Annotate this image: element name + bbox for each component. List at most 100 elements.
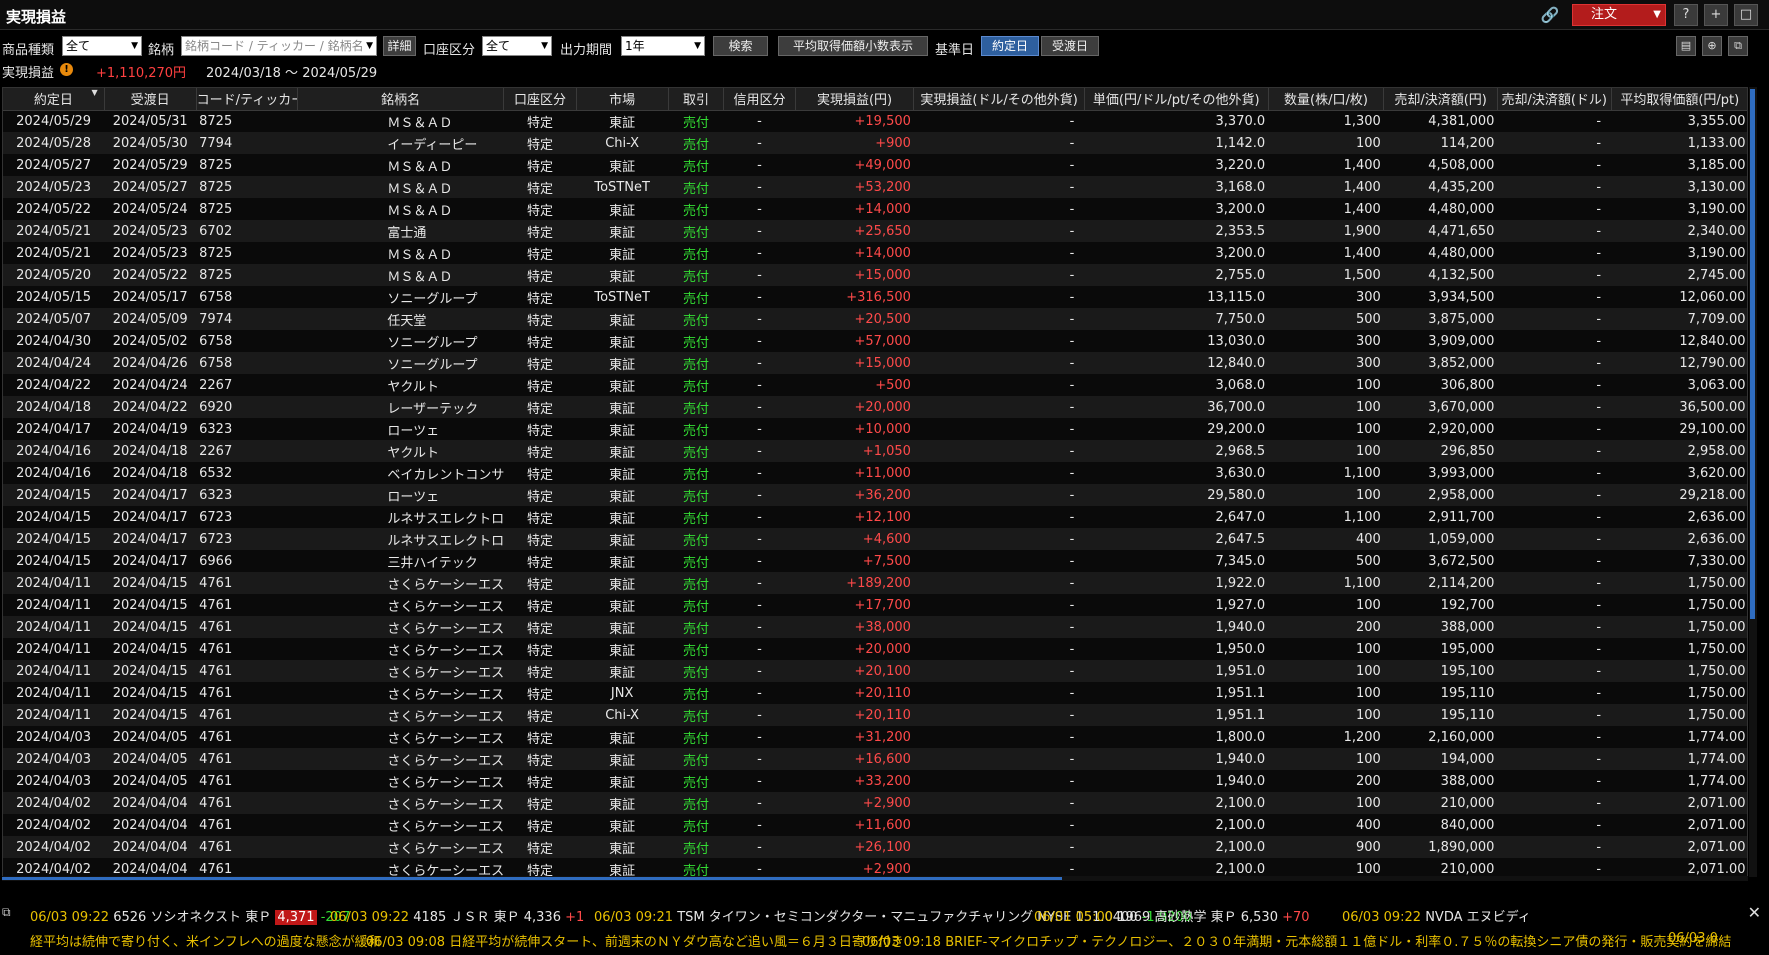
column-header[interactable]: 実現損益(ドル/その他外貨) [913,88,1085,111]
column-header[interactable]: 市場 [576,88,669,111]
table-row[interactable]: 2024/04/11 2024/04/15 4761 さくらケーシーエス 特定 東証 売付 -… [3,616,1747,638]
ticker-name: エヌビディ [1466,910,1531,925]
table-cell: 4761 [196,682,298,704]
table-row[interactable]: 2024/04/152024/04/176723ルネサスエレクトロニクス特定東証… [3,506,1747,528]
ticker-item[interactable]: 06/03 09:22 NVDA エヌビディ [1342,906,1531,925]
table-cell: - [723,352,796,374]
column-header[interactable]: 銘柄名 [297,88,505,111]
table-row[interactable]: 2024/04/02 2024/04/04 4761 さくらケーシーエス 特定 東証 売付 -… [3,814,1747,836]
account-select[interactable]: 全て ▼ [482,36,552,56]
table-row[interactable]: 2024/04/03 2024/04/05 4761 さくらケーシーエス 特定 東証 売付 -… [3,748,1747,770]
account-label: 口座区分 [423,43,476,58]
column-header[interactable]: 受渡日 [104,88,197,111]
table-cell: - [723,330,796,352]
vertical-scrollbar[interactable] [1749,87,1757,877]
ticker-item[interactable]: 06/01 05:00 1969 高砂熱学 東Ｐ 6,530 +70 [1034,906,1310,925]
table-row[interactable]: 2024/04/16 2024/04/18 2267 ヤクルト 特定 東証 売付 - +1,05… [3,440,1747,462]
help-button[interactable]: ? [1674,4,1698,26]
table-row[interactable]: 2024/05/20 2024/05/22 8725 ＭＳ＆ＡＤ 特定 東証 売付 - +15,… [3,264,1747,286]
column-header[interactable]: 単価(円/ドル/pt/その他外貨) [1084,88,1269,111]
table-row[interactable]: 2024/04/22 2024/04/24 2267 ヤクルト 特定 東証 売付 - +500-… [3,374,1747,396]
news-item[interactable]: 06/03 09:08 日経平均が続伸スタート、前週末のＮＹダウ高など追い風＝６… [366,931,904,950]
table-cell: - [913,440,1085,462]
window-icon[interactable]: ⧉ [2,905,11,920]
warning-icon[interactable]: ! [60,63,73,76]
table-cell: さくらケーシーエス [297,594,504,616]
table-row[interactable]: 2024/05/21 2024/05/23 6702 富士通 特定 東証 売付 - +25,65… [3,220,1747,242]
column-header[interactable]: 実現損益(円) [795,88,915,111]
table-row[interactable]: 2024/04/15 2024/04/17 6323 ローツェ 特定 東証 売付 - +36,2… [3,484,1747,506]
column-header[interactable]: 信用区分 [723,88,796,111]
table-row[interactable]: 2024/04/11 2024/04/15 4761 さくらケーシーエス 特定 JNX 売付… [3,682,1747,704]
table-cell: 7794 [196,132,298,154]
close-icon[interactable]: ✕ [1748,903,1761,922]
table-row[interactable]: 2024/05/15 2024/05/17 6758 ソニーグループ 特定 ToSTNeT… [3,286,1747,308]
horizontal-scroll-thumb[interactable] [2,877,1062,880]
news-item[interactable]: 06/03 0 [1668,931,1718,946]
table-row[interactable]: 2024/04/11 2024/04/15 4761 さくらケーシーエス 特定 東証 売付 -… [3,660,1747,682]
table-row[interactable]: 2024/04/02 2024/04/04 4761 さくらケーシーエス 特定 東証 売付 -… [3,836,1747,858]
table-cell: 特定 [503,374,577,396]
table-row[interactable]: 2024/04/152024/04/176723ルネサスエレクトロニクス特定東証… [3,528,1747,550]
news-item[interactable]: 06/03 09:18 BRIEF-マイクロチップ・テクノロジー、２０３０年満期… [862,931,1731,950]
table-cell: 1,300 [1268,110,1384,132]
copy-icon[interactable]: ⧉ [1728,36,1748,56]
table-row[interactable]: 2024/04/18 2024/04/22 6920 レーザーテック 特定 東証 売付 - +2… [3,396,1747,418]
table-cell: 3,909,000 [1383,330,1498,352]
period-select[interactable]: 1年 ▼ [621,36,705,56]
detail-button[interactable]: 詳細 [383,36,416,56]
table-row[interactable]: 2024/05/21 2024/05/23 8725 ＭＳ＆ＡＤ 特定 東証 売付 - +14,… [3,242,1747,264]
table-row[interactable]: 2024/04/02 2024/04/04 4761 さくらケーシーエス 特定 東証 売付 -… [3,792,1747,814]
table-row[interactable]: 2024/04/03 2024/04/05 4761 さくらケーシーエス 特定 東証 売付 -… [3,726,1747,748]
table-row[interactable]: 2024/04/03 2024/04/05 4761 さくらケーシーエス 特定 東証 売付 -… [3,770,1747,792]
settle-date-button[interactable]: 受渡日 [1041,36,1099,56]
table-row[interactable]: 2024/05/22 2024/05/24 8725 ＭＳ＆ＡＤ 特定 東証 売付 - +14,… [3,198,1747,220]
popout-button[interactable]: □ [1734,4,1758,26]
table-cell: 売付 [668,462,724,484]
table-row[interactable]: 2024/04/24 2024/04/26 6758 ソニーグループ 特定 東証 売付 - +1… [3,352,1747,374]
trade-date-button[interactable]: 約定日 [981,36,1039,56]
column-header[interactable]: 約定日 ▼ [3,88,105,111]
table-cell: - [913,264,1085,286]
table-cell: 2024/04/17 [104,550,197,572]
table-row[interactable]: 2024/04/11 2024/04/15 4761 さくらケーシーエス 特定 東証 売付 -… [3,594,1747,616]
download-icon[interactable]: ⊕ [1702,36,1722,56]
link-icon[interactable]: 🔗 [1540,6,1560,24]
table-row[interactable]: 2024/05/07 2024/05/09 7974 任天堂 特定 東証 売付 - +20,50… [3,308,1747,330]
table-row[interactable]: 2024/04/11 2024/04/15 4761 さくらケーシーエス 特定 東証 売付 -… [3,572,1747,594]
table-row[interactable]: 2024/04/11 2024/04/15 4761 さくらケーシーエス 特定 Chi-X… [3,704,1747,726]
horizontal-scrollbar[interactable] [2,876,1748,881]
avg-price-decimal-button[interactable]: 平均取得価額小数表示 [778,36,928,56]
table-row[interactable]: 2024/04/17 2024/04/19 6323 ローツェ 特定 東証 売付 - +10,0… [3,418,1747,440]
table-row[interactable]: 2024/05/27 2024/05/29 8725 ＭＳ＆ＡＤ 特定 東証 売付 - +49,… [3,154,1747,176]
column-header[interactable]: 売却/決済額(ドル) [1497,88,1612,111]
column-header[interactable]: 口座区分 [503,88,577,111]
column-header[interactable]: 取引 [668,88,725,111]
column-header[interactable]: 売却/決済額(円) [1383,88,1498,111]
column-header[interactable]: コード/ティッカー [196,88,298,111]
table-row[interactable]: 2024/05/28 2024/05/30 7794 イーディーピー 特定 Chi-X 売付… [3,132,1747,154]
table-row[interactable]: 2024/05/29 2024/05/31 8725 ＭＳ＆ＡＤ 特定 東証 売付 - +19,… [3,110,1747,132]
ticker-name: ソシオネクスト [150,910,242,925]
ticker-item[interactable]: 06/03 09:22 6526 ソシオネクスト 東Ｐ 4,371 -207 [30,906,350,925]
add-window-button[interactable]: + [1704,4,1728,26]
search-button[interactable]: 検索 [713,36,768,56]
table-row[interactable]: 2024/04/30 2024/05/02 6758 ソニーグループ 特定 東証 売付 - +5… [3,330,1747,352]
table-row[interactable]: 2024/04/02 2024/04/04 4761 さくらケーシーエス 特定 東証 売付 -… [3,858,1747,876]
table-cell: 1,133.00 [1611,132,1747,154]
table-row[interactable]: 2024/05/23 2024/05/27 8725 ＭＳ＆ＡＤ 特定 ToSTNeT 売付… [3,176,1747,198]
product-type-select[interactable]: 全て ▼ [62,36,142,56]
column-header[interactable]: 数量(株/口/枚) [1268,88,1385,111]
print-icon[interactable]: ▤ [1676,36,1696,56]
column-header[interactable]: 平均取得価額(円/pt) [1611,88,1747,111]
table-row[interactable]: 2024/04/162024/04/186532ベイカレントコンサルティング特定… [3,462,1747,484]
order-button[interactable]: 注文 ▼ [1572,4,1666,26]
table-row[interactable]: 2024/04/15 2024/04/17 6966 三井ハイテック 特定 東証 売付 - +7… [3,550,1747,572]
ticker-item[interactable]: 06/03 09:22 4185 ＪＳＲ 東Ｐ 4,336 +1 [330,906,584,925]
table-cell: 13,115.0 [1084,286,1269,308]
table-cell: - [1497,132,1612,154]
symbol-input[interactable]: 銘柄コード / ティッカー / 銘柄名 ▼ [181,36,377,56]
table-row[interactable]: 2024/04/11 2024/04/15 4761 さくらケーシーエス 特定 東証 売付 -… [3,638,1747,660]
vertical-scroll-thumb[interactable] [1750,89,1755,619]
news-item[interactable]: 経平均は続伸で寄り付く、米インフレへの過度な懸念が緩和 [30,931,381,950]
